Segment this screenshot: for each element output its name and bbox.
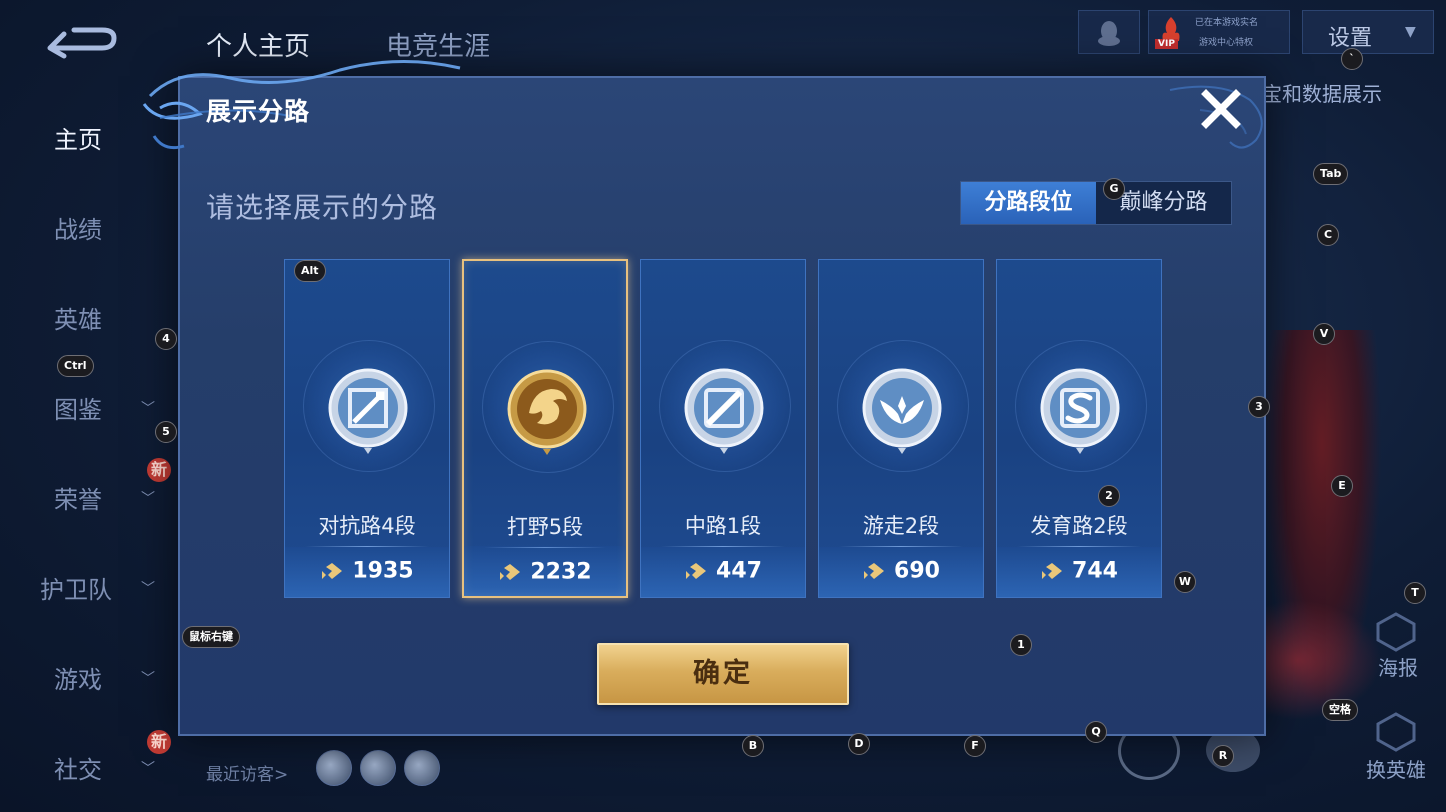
key-hint-d: D bbox=[848, 733, 870, 755]
key-hint-space: 空格 bbox=[1322, 699, 1358, 721]
lane-score: 2232 bbox=[464, 559, 626, 585]
key-hint-b: B bbox=[742, 735, 764, 757]
vip-verified-text: 已在本游戏实名 bbox=[1195, 18, 1259, 28]
tab-lane-rank[interactable]: 分路段位 bbox=[961, 182, 1096, 224]
points-icon bbox=[498, 562, 522, 582]
dialog-title: 展示分路 bbox=[206, 97, 311, 126]
confirm-button[interactable]: 确定 bbox=[597, 643, 849, 705]
sidebar-item-honors[interactable]: 荣誉 bbox=[54, 480, 102, 515]
chevron-down-icon: ﹀ bbox=[141, 581, 155, 597]
close-icon bbox=[1201, 89, 1241, 129]
key-hint-f: F bbox=[964, 735, 986, 757]
points-icon bbox=[320, 561, 344, 581]
chevron-down-icon: ﹀ bbox=[141, 491, 155, 507]
lane-card-farm[interactable]: 发育路2段 744 bbox=[996, 259, 1162, 598]
slash-badge-icon bbox=[684, 366, 764, 456]
poster-icon bbox=[1374, 612, 1418, 652]
lane-card-roam[interactable]: 游走2段 690 bbox=[818, 259, 984, 598]
lane-rank-label: 发育路2段 bbox=[1030, 514, 1128, 538]
avatar[interactable] bbox=[316, 750, 352, 786]
sidebar-item-games[interactable]: 游戏 bbox=[54, 660, 102, 695]
lane-card-top[interactable]: 对抗路4段 1935 bbox=[284, 259, 450, 598]
sidebar-item-codex[interactable]: 图鉴 bbox=[54, 390, 102, 425]
lane-score-value: 447 bbox=[716, 558, 762, 584]
lane-score: 690 bbox=[819, 558, 983, 584]
chevron-down-icon: ﹀ bbox=[141, 671, 155, 687]
sword-badge-icon bbox=[328, 366, 408, 456]
lane-card-jungle[interactable]: 打野5段 2232 bbox=[462, 259, 628, 598]
key-hint-c: C bbox=[1317, 224, 1339, 246]
points-icon bbox=[862, 561, 886, 581]
key-hint-e: E bbox=[1331, 475, 1353, 497]
penguin-icon bbox=[1098, 21, 1120, 46]
chevron-down-icon: ▼ bbox=[1405, 24, 1416, 40]
key-hint-4: 4 bbox=[155, 328, 177, 350]
sidebar-item-social[interactable]: 社交 bbox=[54, 750, 102, 785]
lane-score-value: 1935 bbox=[352, 558, 414, 584]
avatar[interactable] bbox=[360, 750, 396, 786]
poster-button[interactable]: 海报 bbox=[1378, 652, 1418, 681]
sidebar-item-guard-team[interactable]: 护卫队 bbox=[40, 570, 112, 605]
lane-rank-label: 打野5段 bbox=[506, 515, 584, 539]
key-hint-3: 3 bbox=[1248, 396, 1270, 418]
key-hint-5: 5 bbox=[155, 421, 177, 443]
lane-rank-label: 对抗路4段 bbox=[318, 514, 416, 538]
qq-button[interactable] bbox=[1078, 10, 1140, 54]
back-arrow-icon bbox=[47, 27, 117, 59]
wings-badge-icon bbox=[862, 366, 942, 456]
back-button[interactable] bbox=[44, 26, 118, 60]
lane-rank-label: 中路1段 bbox=[684, 514, 762, 538]
hero-artwork-lower bbox=[1262, 600, 1382, 720]
s-badge-icon bbox=[1040, 366, 1120, 456]
key-hint-g: G bbox=[1103, 178, 1125, 200]
close-button[interactable] bbox=[1198, 86, 1244, 132]
key-hint-2: 2 bbox=[1098, 485, 1120, 507]
lane-score-value: 690 bbox=[894, 558, 940, 584]
key-hint-ctrl: Ctrl bbox=[57, 355, 94, 377]
new-badge: 新 bbox=[147, 458, 171, 482]
key-hint-right-click: 鼠标右键 bbox=[182, 626, 240, 648]
lane-card-mid[interactable]: 中路1段 447 bbox=[640, 259, 806, 598]
key-hint-tab: Tab bbox=[1313, 163, 1349, 185]
sidebar-item-home[interactable]: 主页 bbox=[54, 120, 102, 155]
key-hint-r: R bbox=[1212, 745, 1234, 767]
key-hint-w: W bbox=[1174, 571, 1196, 593]
key-hint-t: T bbox=[1404, 582, 1426, 604]
select-lane-prompt: 请选择展示的分路 bbox=[206, 191, 439, 224]
lane-rank-label: 游走2段 bbox=[862, 514, 940, 538]
data-display-text: 宝和数据展示 bbox=[1262, 82, 1382, 106]
change-hero-button[interactable]: 换英雄 bbox=[1366, 754, 1426, 783]
lane-score: 744 bbox=[997, 558, 1161, 584]
avatar[interactable] bbox=[404, 750, 440, 786]
key-hint-q: Q bbox=[1085, 721, 1107, 743]
key-hint-v: V bbox=[1313, 323, 1335, 345]
key-hint-1: 1 bbox=[1010, 634, 1032, 656]
dragon-badge-icon bbox=[507, 367, 587, 457]
key-hint-alt: Alt bbox=[294, 260, 326, 282]
sidebar-item-heroes[interactable]: 英雄 bbox=[54, 300, 102, 335]
chevron-down-icon: ﹀ bbox=[141, 761, 155, 777]
key-hint-backtick: ` bbox=[1341, 48, 1363, 70]
lane-score-value: 2232 bbox=[530, 559, 592, 585]
chevron-down-icon: ﹀ bbox=[141, 401, 155, 417]
points-icon bbox=[684, 561, 708, 581]
new-badge: 新 bbox=[147, 730, 171, 754]
sidebar-item-records[interactable]: 战绩 bbox=[54, 210, 102, 245]
vip-panel[interactable]: VIP 已在本游戏实名 游戏中心特权 bbox=[1148, 10, 1290, 54]
lane-mode-toggle: 分路段位 巅峰分路 bbox=[960, 181, 1232, 225]
lane-score: 1935 bbox=[285, 558, 449, 584]
vip-label: VIP bbox=[1155, 39, 1178, 49]
lane-score: 447 bbox=[641, 558, 805, 584]
points-icon bbox=[1040, 561, 1064, 581]
change-hero-icon bbox=[1374, 712, 1418, 752]
vip-privilege-text: 游戏中心特权 bbox=[1199, 38, 1254, 48]
recent-visitors-label[interactable]: 最近访客> bbox=[206, 760, 288, 785]
lane-score-value: 744 bbox=[1072, 558, 1118, 584]
